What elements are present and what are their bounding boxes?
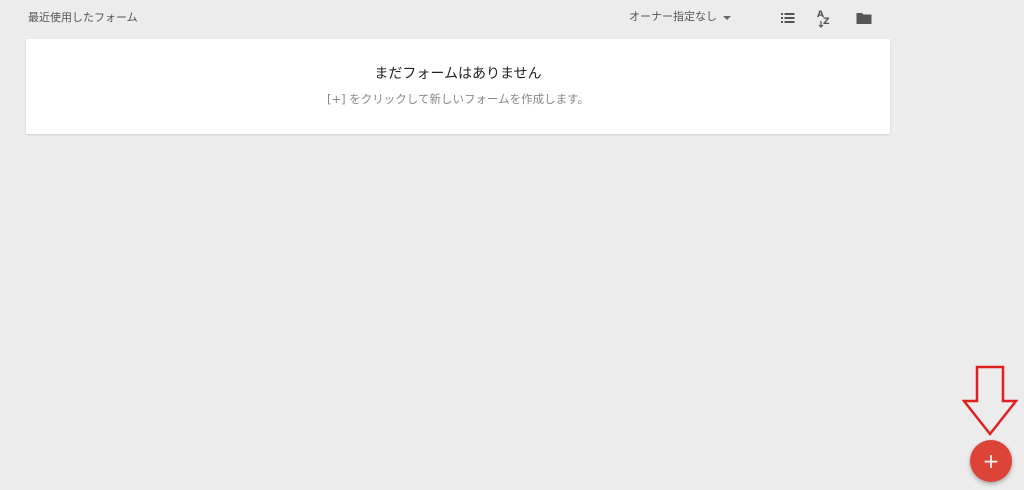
annotation-arrow-icon [962, 365, 1018, 437]
caret-down-icon [723, 15, 731, 20]
empty-state-card: まだフォームはありません [+] をクリックして新しいフォームを作成します。 [26, 39, 890, 134]
section-title: 最近使用したフォーム [28, 11, 138, 24]
owner-filter-dropdown[interactable]: オーナー指定なし [629, 9, 731, 25]
folder-icon[interactable] [855, 9, 873, 27]
owner-filter-label: オーナー指定なし [629, 10, 717, 23]
create-form-button[interactable]: + [970, 440, 1012, 482]
list-view-icon[interactable] [779, 9, 797, 27]
sort-az-icon[interactable]: A Z [815, 7, 835, 29]
svg-text:Z: Z [823, 17, 830, 27]
empty-state-subtitle: [+] をクリックして新しいフォームを作成します。 [327, 92, 589, 106]
empty-state-title: まだフォームはありません [374, 66, 542, 82]
